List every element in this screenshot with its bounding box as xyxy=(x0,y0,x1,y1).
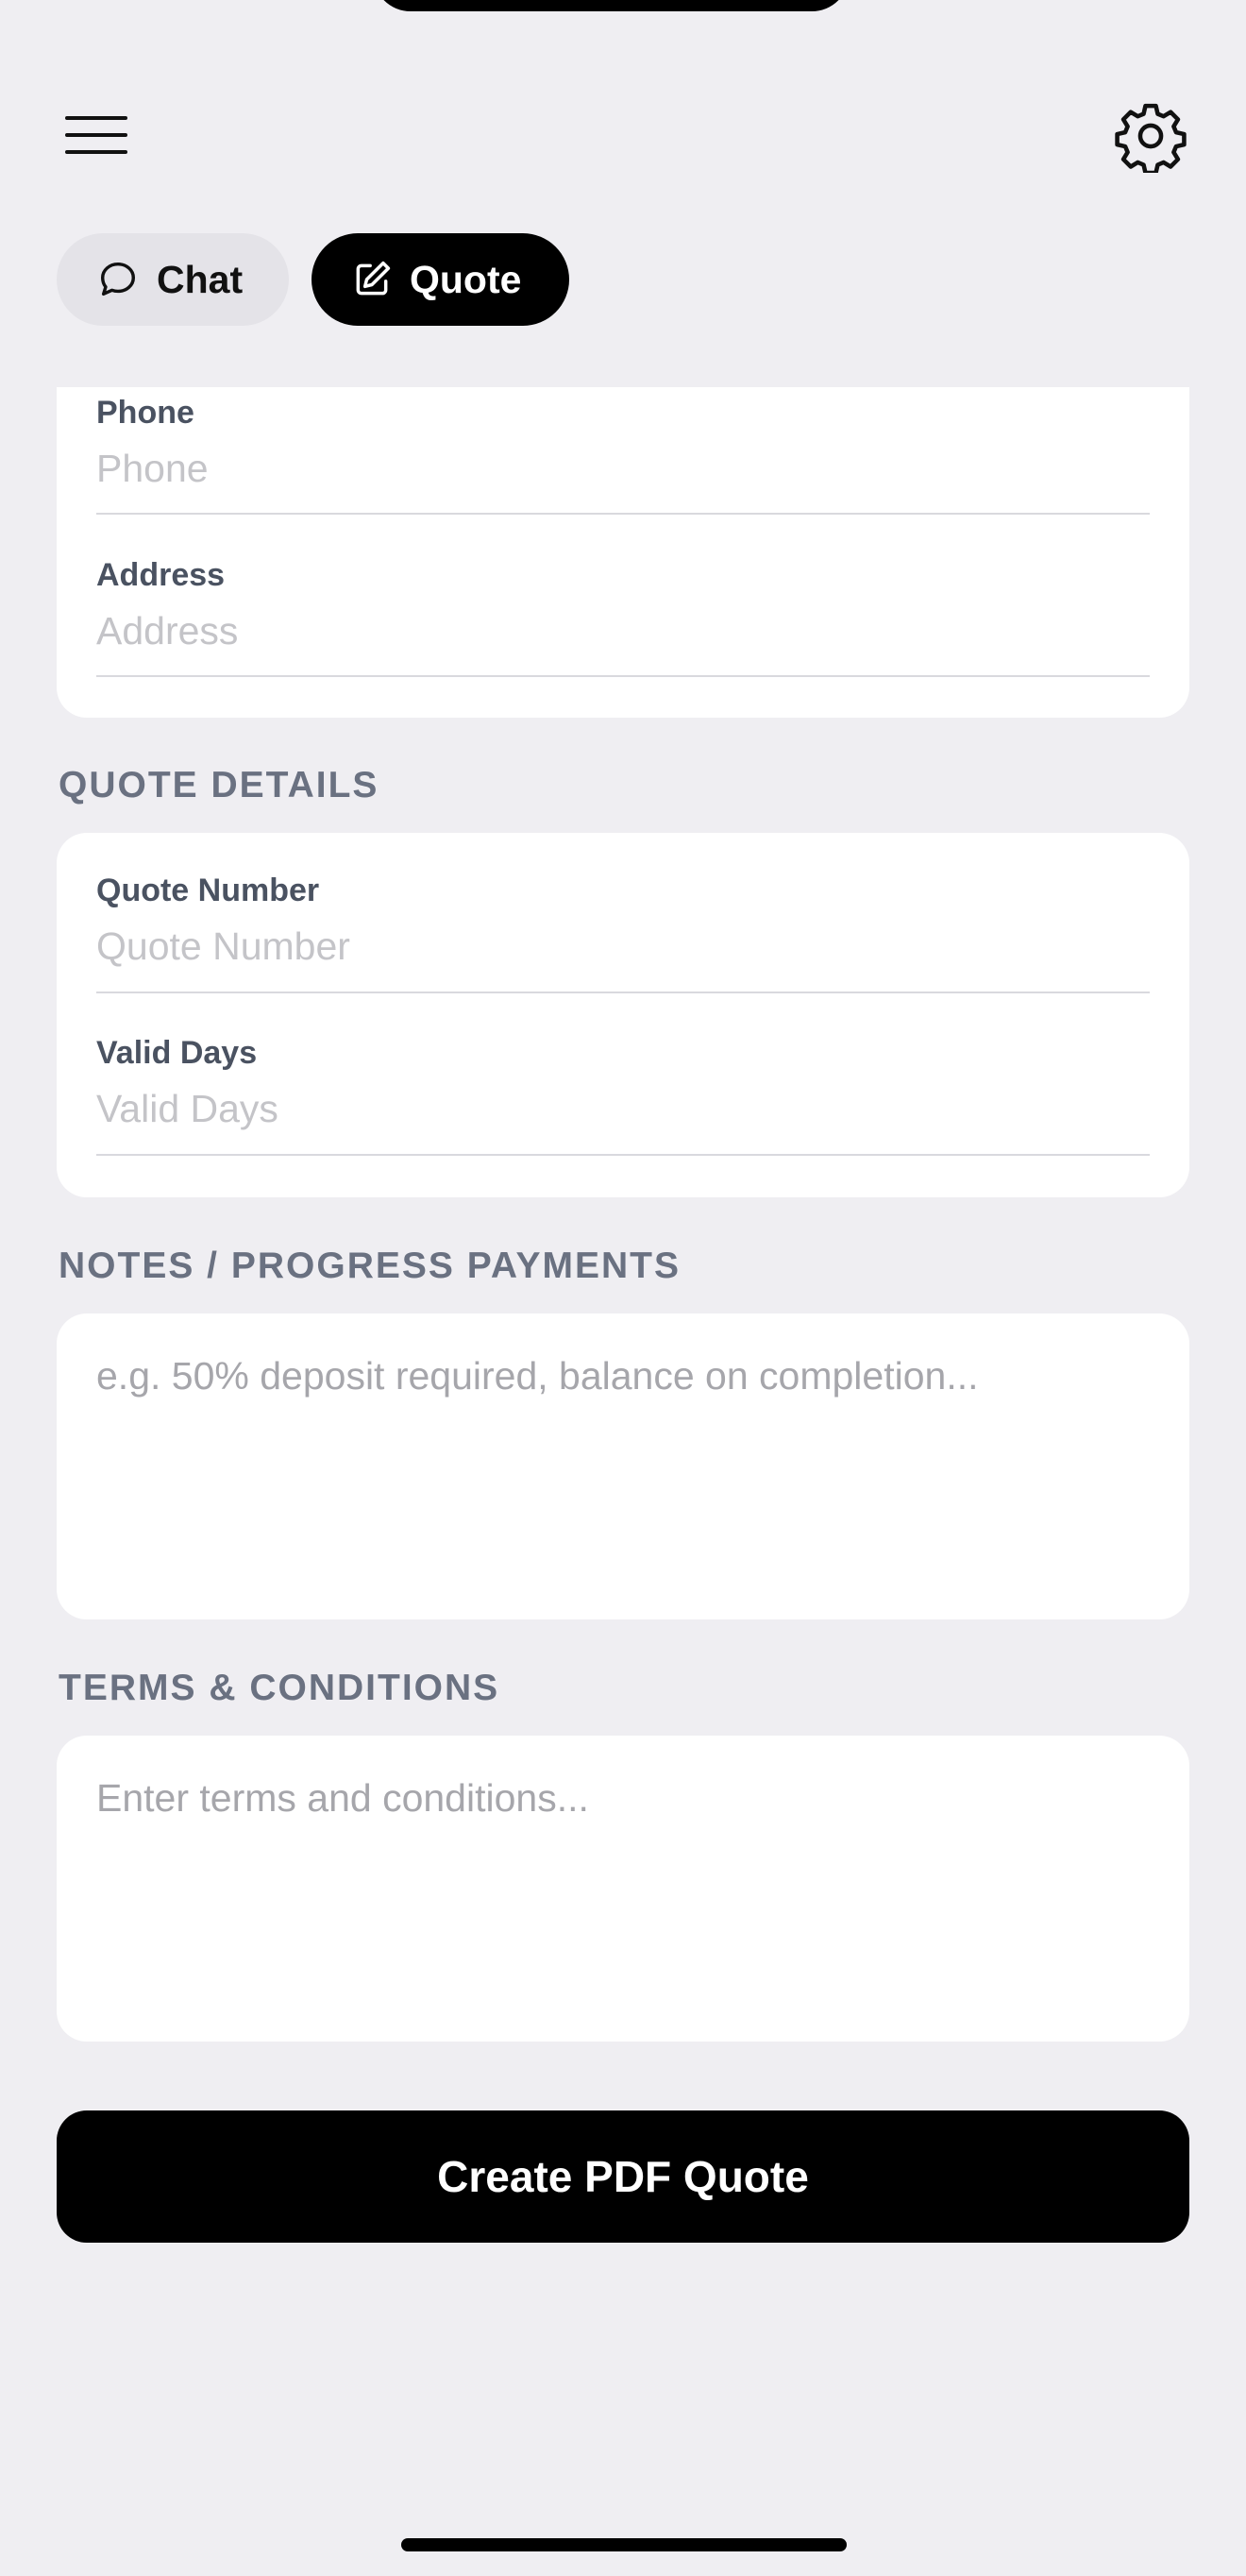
create-pdf-quote-button[interactable]: Create PDF Quote xyxy=(57,2110,1189,2243)
tab-chat-label: Chat xyxy=(157,257,244,301)
notes-card: e.g. 50% deposit required, balance on co… xyxy=(57,1313,1189,1619)
quote-number-underline xyxy=(96,991,1150,993)
quote-details-card: Quote Number Quote Number Valid Days Val… xyxy=(57,833,1189,1197)
menu-button[interactable] xyxy=(57,102,136,168)
notes-title: NOTES / PROGRESS PAYMENTS xyxy=(59,1246,681,1286)
gear-icon xyxy=(1115,103,1187,173)
terms-card: Enter terms and conditions... xyxy=(57,1736,1189,2042)
valid-days-field: Valid Days Valid Days xyxy=(96,1035,1150,1163)
address-label: Address xyxy=(96,557,226,593)
chat-bubble-icon xyxy=(100,262,136,297)
notes-textarea[interactable]: e.g. 50% deposit required, balance on co… xyxy=(96,1353,1150,1580)
terms-title: TERMS & CONDITIONS xyxy=(59,1668,500,1708)
quote-screen: Chat Quote Phone Phone Address Address Q… xyxy=(0,0,1246,2576)
edit-square-icon xyxy=(356,261,391,296)
address-underline xyxy=(96,675,1150,677)
valid-days-input[interactable]: Valid Days xyxy=(96,1087,1150,1131)
phone-label: Phone xyxy=(96,395,194,431)
quote-number-field: Quote Number Quote Number xyxy=(96,873,1150,1001)
tab-quote[interactable]: Quote xyxy=(312,233,569,326)
quote-details-title: QUOTE DETAILS xyxy=(59,765,379,805)
phone-field: Phone Phone xyxy=(96,387,1150,516)
mode-switch: Chat Quote xyxy=(57,233,569,326)
settings-button[interactable] xyxy=(1108,96,1193,176)
valid-days-underline xyxy=(96,1154,1150,1156)
tab-chat[interactable]: Chat xyxy=(57,233,289,326)
terms-textarea[interactable]: Enter terms and conditions... xyxy=(96,1775,1150,2002)
home-indicator[interactable] xyxy=(401,2538,847,2551)
quote-number-input[interactable]: Quote Number xyxy=(96,924,1150,969)
tab-quote-label: Quote xyxy=(410,257,522,301)
contact-card: Phone Phone Address Address xyxy=(57,387,1189,718)
valid-days-label: Valid Days xyxy=(96,1035,258,1071)
device-notch xyxy=(373,0,850,11)
hamburger-menu-icon xyxy=(65,116,127,154)
quote-number-label: Quote Number xyxy=(96,873,320,908)
phone-underline xyxy=(96,513,1150,515)
address-input[interactable]: Address xyxy=(96,609,1150,653)
create-pdf-quote-label: Create PDF Quote xyxy=(437,2152,809,2201)
phone-input[interactable]: Phone xyxy=(96,447,1150,491)
address-field: Address Address xyxy=(96,550,1150,678)
